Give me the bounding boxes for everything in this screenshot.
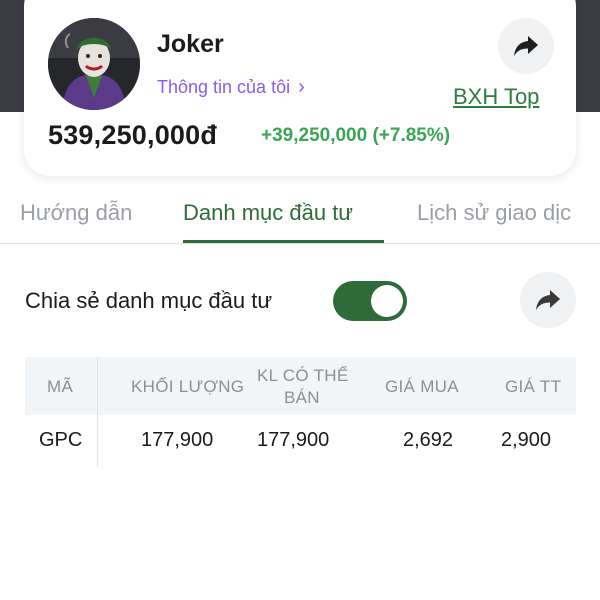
table-row[interactable]: GPC 177,900 177,900 2,692 2,900 (25, 415, 576, 467)
portfolio-change: +39,250,000 (+7.85%) (261, 125, 451, 146)
holdings-table: MÃ KHỐI LƯỢNG KL CÓ THỂ BÁN GIÁ MUA GIÁ … (25, 357, 576, 467)
cell-market-price: 2,900 (501, 429, 552, 451)
profile-card: Joker Thông tin của tôi › BXH Top 539,25… (24, 0, 576, 176)
chevron-right-icon: › (298, 76, 305, 98)
avatar[interactable] (48, 18, 140, 110)
share-arrow-icon (514, 36, 538, 56)
share-arrow-icon (536, 290, 560, 310)
avatar-image (48, 18, 140, 110)
share-portfolio-label: Chia sẻ danh mục đầu tư (25, 288, 273, 313)
my-info-label: Thông tin của tôi (157, 77, 291, 97)
cell-code: GPC (39, 429, 83, 451)
share-portfolio-button[interactable] (520, 272, 576, 328)
cell-buy-price: 2,692 (403, 429, 454, 451)
cell-volume: 177,900 (141, 429, 214, 451)
tab-history[interactable]: Lịch sử giao dịc (417, 200, 571, 226)
tab-bar: Hướng dẫn Danh mục đầu tư Lịch sử giao d… (0, 196, 600, 244)
header-market-price: GIÁ TT (505, 377, 562, 396)
share-portfolio-toggle[interactable] (333, 281, 407, 321)
tab-guide[interactable]: Hướng dẫn (20, 200, 132, 226)
user-name: Joker (157, 30, 224, 58)
cell-sellable: 177,900 (257, 429, 330, 451)
tab-portfolio[interactable]: Danh mục đầu tư (183, 200, 353, 226)
header-buy-price: GIÁ MUA (385, 377, 459, 396)
header-sellable-line1: KL CÓ THỂ (257, 366, 349, 385)
share-profile-button[interactable] (498, 18, 554, 74)
portfolio-balance: 539,250,000đ (48, 120, 218, 150)
active-tab-indicator (183, 240, 384, 243)
leaderboard-link[interactable]: BXH Top (453, 84, 539, 110)
header-volume: KHỐI LƯỢNG (131, 377, 245, 396)
header-sellable-line2: BÁN (284, 388, 320, 407)
header-code: MÃ (47, 377, 74, 396)
toggle-knob (371, 285, 403, 317)
table-header: MÃ KHỐI LƯỢNG KL CÓ THỂ BÁN GIÁ MUA GIÁ … (25, 357, 576, 415)
my-info-link[interactable]: Thông tin của tôi › (157, 76, 305, 99)
